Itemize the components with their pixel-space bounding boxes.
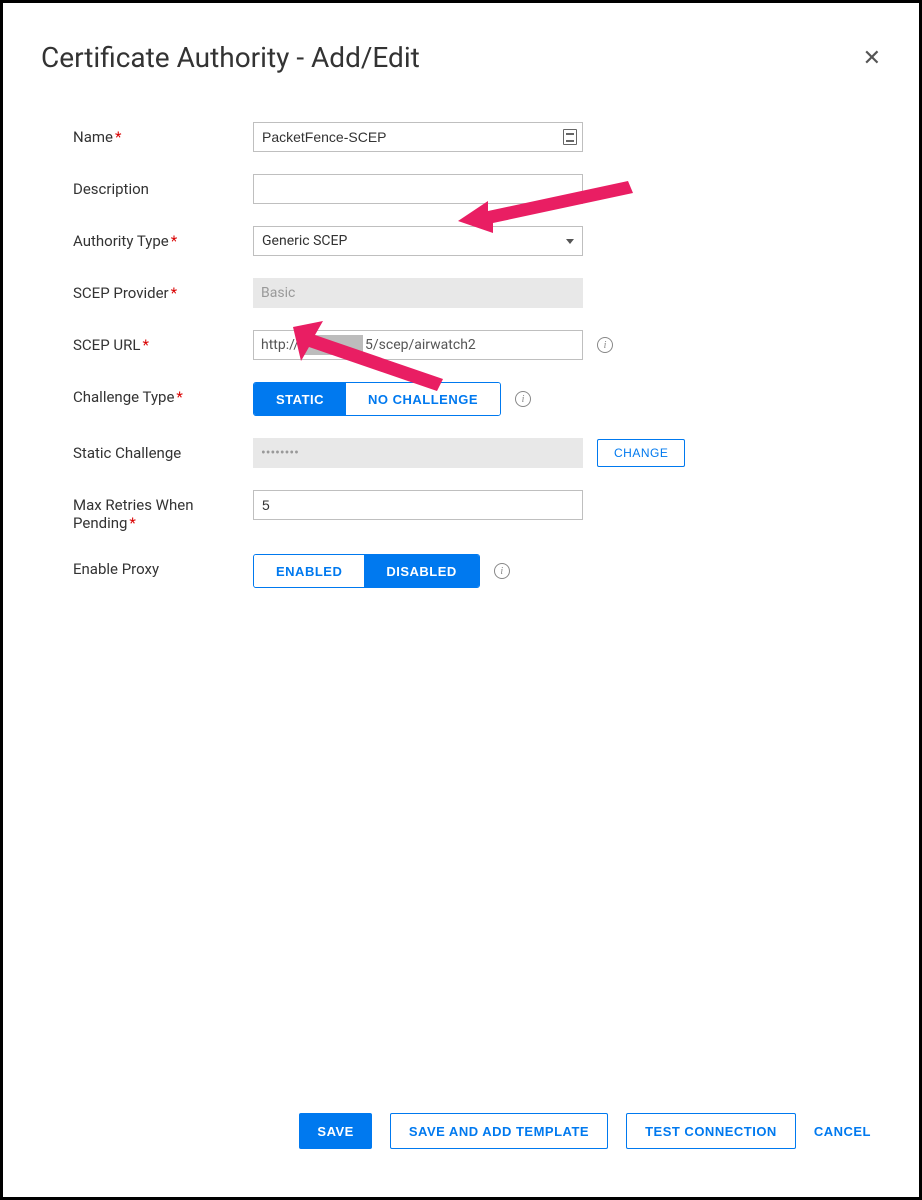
scep-url-label: SCEP URL* xyxy=(73,330,253,354)
scep-provider-display: Basic xyxy=(253,278,583,308)
enable-proxy-toggle: ENABLED DISABLED xyxy=(253,554,480,588)
proxy-disabled-button[interactable]: DISABLED xyxy=(364,555,478,587)
scep-url-redacted xyxy=(301,335,363,355)
change-button[interactable]: CHANGE xyxy=(597,439,685,467)
challenge-static-button[interactable]: STATIC xyxy=(254,383,346,415)
save-add-template-button[interactable]: SAVE AND ADD TEMPLATE xyxy=(390,1113,608,1149)
authority-type-value: Generic SCEP xyxy=(262,233,347,249)
modal-footer: SAVE SAVE AND ADD TEMPLATE TEST CONNECTI… xyxy=(3,1113,919,1197)
save-button[interactable]: SAVE xyxy=(299,1113,371,1149)
modal-title: Certificate Authority - Add/Edit xyxy=(41,41,420,74)
info-icon[interactable]: i xyxy=(597,337,613,353)
enable-proxy-label: Enable Proxy xyxy=(73,554,253,578)
info-icon[interactable]: i xyxy=(515,391,531,407)
name-label: Name* xyxy=(73,122,253,146)
description-input[interactable] xyxy=(253,174,583,204)
cancel-button[interactable]: CANCEL xyxy=(814,1124,871,1139)
max-retries-label: Max Retries When Pending* xyxy=(73,490,253,532)
close-button[interactable]: ✕ xyxy=(863,47,881,69)
form-body: Name* Description Authority Type* Generi… xyxy=(3,74,919,1113)
test-connection-button[interactable]: TEST CONNECTION xyxy=(626,1113,796,1149)
info-icon[interactable]: i xyxy=(494,563,510,579)
name-input[interactable] xyxy=(253,122,583,152)
challenge-none-button[interactable]: NO CHALLENGE xyxy=(346,383,500,415)
scep-provider-label: SCEP Provider* xyxy=(73,278,253,302)
challenge-type-label: Challenge Type* xyxy=(73,382,253,406)
max-retries-input[interactable] xyxy=(253,490,583,520)
authority-type-label: Authority Type* xyxy=(73,226,253,250)
static-challenge-label: Static Challenge xyxy=(73,438,253,462)
static-challenge-display: •••••••• xyxy=(253,438,583,468)
challenge-type-toggle: STATIC NO CHALLENGE xyxy=(253,382,501,416)
proxy-enabled-button[interactable]: ENABLED xyxy=(254,555,364,587)
authority-type-select[interactable]: Generic SCEP xyxy=(253,226,583,256)
description-label: Description xyxy=(73,174,253,198)
